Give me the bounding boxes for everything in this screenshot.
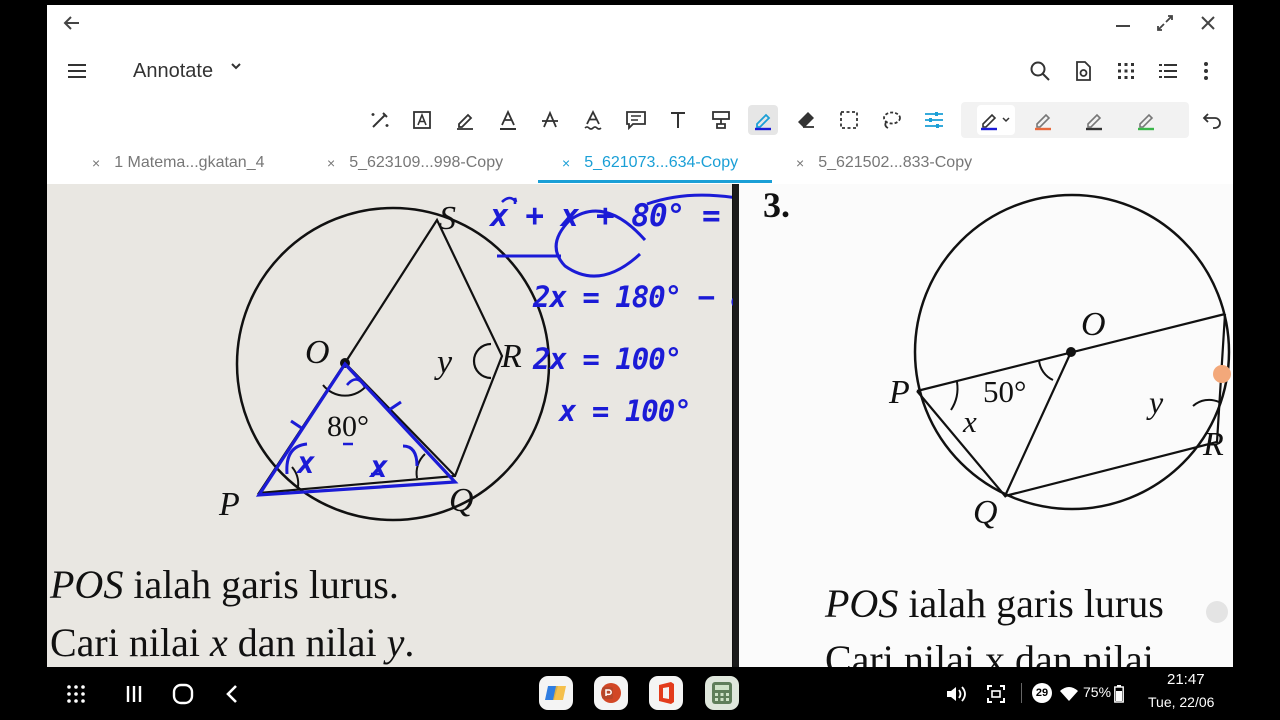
clock-time: 21:47: [1167, 671, 1205, 688]
active-tab-indicator: [538, 180, 772, 183]
ink-pen-icon[interactable]: [748, 105, 778, 135]
question-text-line2-right: Cari nilai x dan nilai: [825, 637, 1154, 667]
label-angle-50: 50°: [983, 374, 1027, 409]
tab-label: 5_621073...634-Copy: [584, 154, 739, 171]
pen-preset-black[interactable]: [1079, 105, 1109, 135]
pen-preset-orange[interactable]: [1028, 105, 1058, 135]
system-navigation-bar: 29 75% 21:47 Tue, 22/06: [0, 667, 1280, 720]
status-divider: [1021, 683, 1022, 703]
label-o: O: [305, 334, 330, 371]
label-o-right: O: [1081, 306, 1106, 343]
close-icon[interactable]: ×: [327, 155, 335, 171]
text-highlight-icon[interactable]: [493, 105, 523, 135]
dock-app-calculator[interactable]: [705, 676, 739, 710]
label-q: Q: [449, 482, 474, 519]
clock-date: Tue, 22/06: [1148, 694, 1215, 710]
pen-preset-green[interactable]: [1131, 105, 1161, 135]
pdf-annotation-app: Annotate × 1 Matema...gkatan_4 × 5_62310…: [47, 5, 1233, 667]
tab-document-1[interactable]: × 1 Matema...gkatan_4: [92, 145, 265, 181]
question-text-line2: Cari nilai x dan nilai y.: [50, 620, 415, 665]
close-icon[interactable]: ×: [562, 155, 570, 171]
title-bar: [47, 5, 1233, 41]
pen-preset-blue[interactable]: [977, 105, 1015, 135]
page-left: S O y R P Q 80° POS ialah garis lurus. C…: [47, 184, 809, 667]
back-arrow-icon[interactable]: [59, 10, 85, 36]
label-s: S: [439, 200, 456, 237]
tab-document-4[interactable]: × 5_621502...833-Copy: [796, 145, 972, 181]
handwriting-line3: 2x = 100°: [533, 342, 682, 376]
battery-percentage: 75%: [1083, 684, 1112, 700]
close-icon[interactable]: ×: [796, 155, 804, 171]
pen-icon[interactable]: [450, 105, 480, 135]
label-p: P: [219, 486, 240, 523]
comment-icon[interactable]: [621, 105, 651, 135]
label-x-right: x: [963, 404, 977, 439]
back-icon[interactable]: [217, 679, 247, 709]
notification-badge[interactable]: 29: [1032, 683, 1052, 703]
document-view[interactable]: S O y R P Q 80° POS ialah garis lurus. C…: [47, 184, 1233, 667]
label-angle-80: 80°: [327, 410, 369, 443]
strikethrough-icon[interactable]: [535, 105, 565, 135]
search-icon[interactable]: [1026, 57, 1054, 85]
restore-window-icon[interactable]: [1152, 10, 1178, 36]
tab-label: 5_623109...998-Copy: [349, 154, 504, 171]
label-p-right: P: [889, 374, 910, 411]
document-tabs: × 1 Matema...gkatan_4 × 5_623109...998-C…: [47, 145, 1233, 183]
outline-list-icon[interactable]: [1154, 57, 1182, 85]
dock-app-powerpoint[interactable]: [594, 676, 628, 710]
minimize-icon[interactable]: [1110, 10, 1136, 36]
squiggly-underline-icon[interactable]: [578, 105, 608, 135]
label-q-right: Q: [973, 494, 998, 531]
page-right: 3. O P 50° x y R Q POS ialah garis lurus…: [739, 184, 1233, 667]
recent-apps-icon[interactable]: [119, 679, 149, 709]
pen-tray: [961, 102, 1189, 138]
battery-icon: [1112, 679, 1126, 709]
hamburger-menu-icon[interactable]: [61, 55, 93, 87]
annotation-toolbar: [47, 101, 1233, 141]
app-bar: Annotate: [47, 45, 1233, 97]
tab-label: 1 Matema...gkatan_4: [114, 154, 265, 171]
dock-app-office[interactable]: [649, 676, 683, 710]
magic-pen-icon[interactable]: [365, 105, 395, 135]
app-title[interactable]: Annotate: [133, 60, 213, 83]
chevron-down-icon[interactable]: [229, 59, 243, 76]
label-y: y: [437, 344, 453, 381]
question-text-line1-right: POS ialah garis lurus: [825, 581, 1164, 626]
volume-icon[interactable]: [941, 679, 971, 709]
stamp-icon[interactable]: [706, 105, 736, 135]
label-r-right: R: [1203, 426, 1224, 463]
tool-settings-icon[interactable]: [919, 105, 949, 135]
undo-icon[interactable]: [1197, 105, 1227, 135]
question-text-line1: POS ialah garis lurus.: [50, 562, 399, 607]
lasso-icon[interactable]: [876, 105, 906, 135]
text-tool-icon[interactable]: [663, 105, 693, 135]
text-box-icon[interactable]: [407, 105, 437, 135]
screenshot-icon[interactable]: [981, 679, 1011, 709]
label-r: R: [501, 338, 522, 375]
close-window-icon[interactable]: [1195, 10, 1221, 36]
tab-document-3[interactable]: × 5_621073...634-Copy: [562, 145, 738, 181]
handwriting-angle-x-right: x: [370, 450, 389, 485]
close-icon[interactable]: ×: [92, 155, 100, 171]
eraser-icon[interactable]: [791, 105, 821, 135]
tab-document-2[interactable]: × 5_623109...998-Copy: [327, 145, 503, 181]
handwriting-line4: x = 100°: [559, 394, 692, 428]
app-drawer-icon[interactable]: [61, 679, 91, 709]
dock-app-gallery[interactable]: [539, 676, 573, 710]
home-icon[interactable]: [168, 679, 198, 709]
more-options-icon[interactable]: [1192, 57, 1220, 85]
label-y-right: y: [1149, 384, 1164, 420]
grid-view-icon[interactable]: [1112, 57, 1140, 85]
tab-label: 5_621502...833-Copy: [818, 154, 973, 171]
handwriting-angle-x-left: x: [297, 446, 316, 481]
document-settings-icon[interactable]: [1069, 57, 1097, 85]
wifi-icon: [1054, 679, 1084, 709]
rectangle-select-icon[interactable]: [834, 105, 864, 135]
